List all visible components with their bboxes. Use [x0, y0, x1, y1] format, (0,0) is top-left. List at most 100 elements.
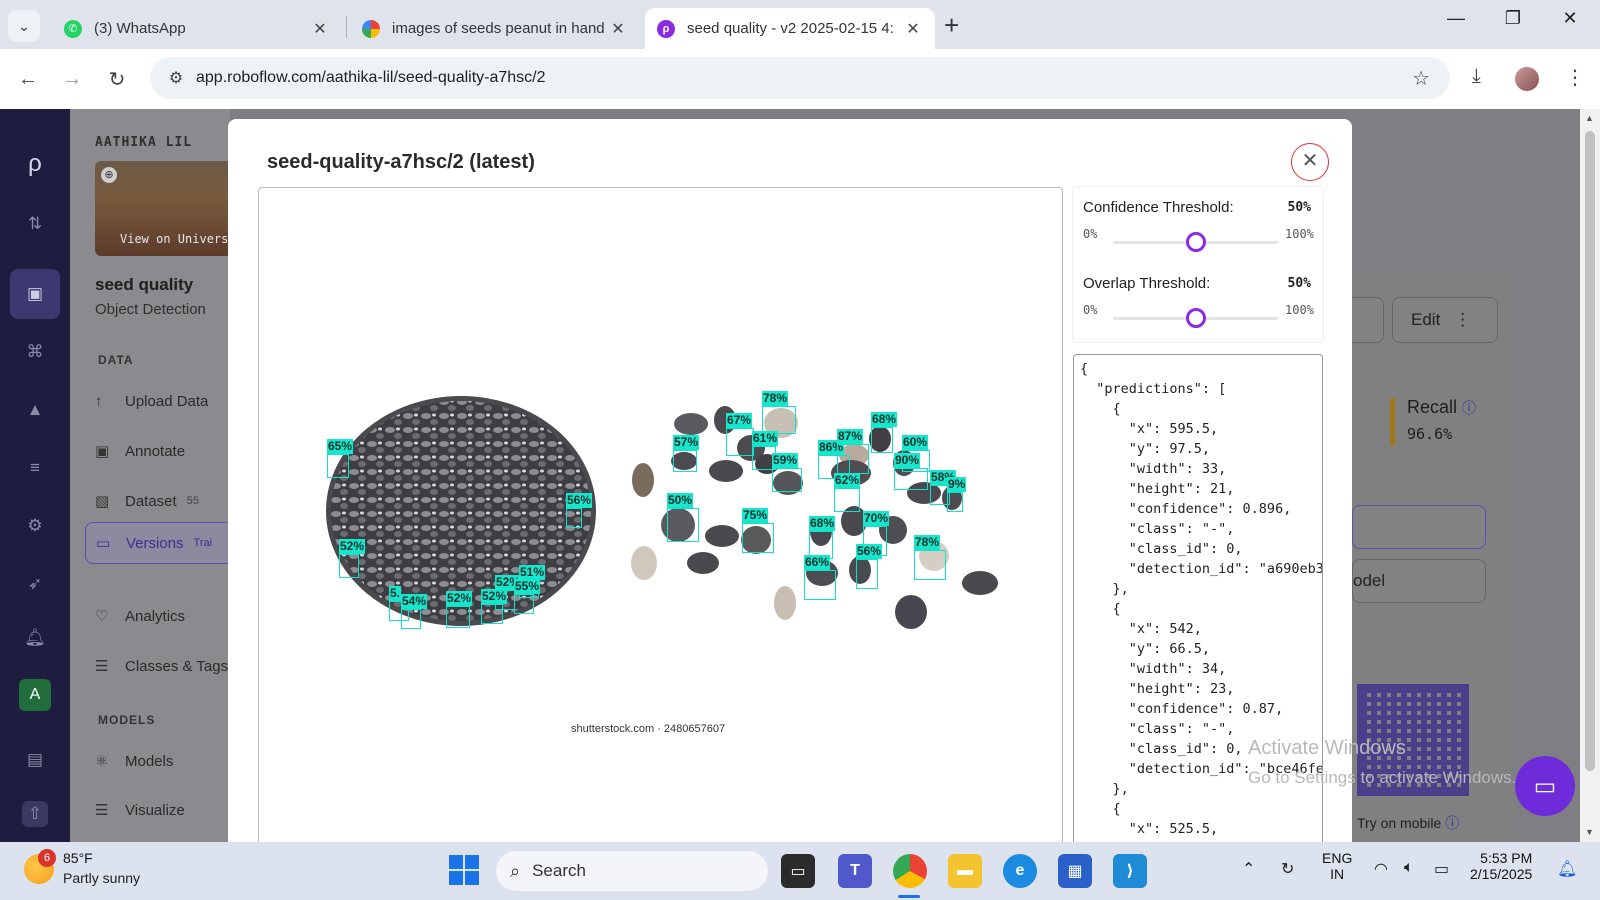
detection-box[interactable]	[914, 550, 946, 580]
chrome-icon[interactable]	[893, 854, 927, 888]
sidebar-item-visualize[interactable]: ☰ Visualize	[95, 792, 185, 828]
overlap-min: 0%	[1083, 303, 1098, 317]
clock[interactable]: 5:53 PM 2/15/2025	[1470, 850, 1532, 882]
scroll-up-icon[interactable]: ▲	[1585, 113, 1594, 123]
site-info-icon[interactable]: ⚙	[156, 68, 196, 88]
chat-support-button[interactable]: ▭	[1515, 756, 1575, 816]
detection-confidence-label: 62%	[834, 473, 861, 488]
project-thumbnail[interactable]: ⊕ View on Universe	[95, 161, 230, 256]
rocket-icon[interactable]: ➶	[22, 571, 48, 597]
overlap-slider-handle[interactable]	[1185, 308, 1206, 328]
detection-box[interactable]	[837, 444, 869, 474]
detection-box[interactable]	[834, 488, 860, 512]
download-icon[interactable]: ⤓	[1472, 65, 1481, 88]
roboflow-logo-icon[interactable]: ρ	[22, 151, 48, 177]
sync-icon[interactable]: ↻	[1281, 859, 1294, 879]
forward-icon[interactable]: →	[56, 63, 88, 95]
tab-whatsapp[interactable]: ✆ (3) WhatsApp ✕	[52, 8, 342, 49]
page-scrollbar[interactable]: ▲ ▼	[1580, 109, 1600, 842]
detection-box[interactable]	[339, 554, 359, 578]
analytics-icon: ♡	[95, 608, 109, 625]
menu-kebab-icon[interactable]: ⋮	[1565, 65, 1585, 90]
back-icon[interactable]: ←	[12, 63, 44, 95]
sidebar-item-dataset[interactable]: ▧ Dataset 55	[95, 483, 199, 519]
url-text[interactable]: app.roboflow.com/aathika-lil/seed-qualit…	[196, 69, 546, 87]
view-universe-link[interactable]: View on Universe	[120, 232, 230, 246]
deployments-icon[interactable]: ≡	[22, 455, 48, 481]
minimize-icon[interactable]: —	[1436, 8, 1476, 29]
weather-condition[interactable]: Partly sunny	[63, 870, 140, 886]
show-hidden-icons[interactable]: ⌃	[1242, 859, 1255, 879]
sort-arrows-icon[interactable]: ⇅	[22, 211, 48, 237]
new-tab-icon[interactable]: +	[944, 10, 959, 41]
detection-box[interactable]	[566, 508, 582, 528]
recall-value: 96.6%	[1407, 425, 1453, 443]
detection-box[interactable]	[772, 468, 802, 492]
detection-box[interactable]	[856, 559, 878, 589]
store-icon[interactable]: ▦	[1058, 854, 1092, 888]
tab-roboflow[interactable]: ρ seed quality - v2 2025-02-15 4: ✕	[645, 8, 935, 49]
close-tab-icon[interactable]: ✕	[903, 19, 923, 39]
windows-start-icon[interactable]	[449, 855, 479, 885]
volume-icon[interactable]: 🔈︎	[1404, 859, 1414, 877]
reload-icon[interactable]: ↻	[101, 63, 133, 95]
detection-box[interactable]	[947, 492, 963, 512]
tab-google[interactable]: images of seeds peanut in hand ✕	[350, 8, 640, 49]
bookmark-star-icon[interactable]: ☆	[1412, 66, 1430, 91]
sidebar-item-classes[interactable]: ☰ Classes & Tags	[95, 648, 228, 684]
sidebar-item-annotate[interactable]: ▣ Annotate	[95, 433, 185, 469]
upload-icon[interactable]: ⇧	[22, 801, 48, 827]
notification-bell-icon[interactable]: 🔔︎	[1557, 859, 1577, 879]
file-explorer-icon[interactable]: ▬	[948, 854, 982, 888]
profile-avatar[interactable]	[1515, 67, 1539, 91]
inference-image-panel[interactable]: 65% 52% 56% 5. 54% 52% 52% 52% 51% 55% 78% 67% 57% 61…	[258, 187, 1063, 842]
edit-button-label: Edit	[1411, 310, 1441, 329]
detection-box[interactable]	[762, 406, 796, 434]
detection-confidence-label: 56%	[566, 493, 593, 508]
close-window-icon[interactable]: ✕	[1550, 8, 1590, 29]
taskbar-search[interactable]: ⌕ Search	[496, 851, 768, 891]
bell-icon[interactable]: 🔔︎	[22, 625, 48, 651]
workflows-icon[interactable]: ⌘	[22, 339, 48, 365]
detection-box[interactable]	[327, 454, 349, 478]
battery-icon[interactable]: ▭	[1434, 859, 1449, 879]
confidence-slider-handle[interactable]	[1185, 232, 1206, 252]
detection-box[interactable]	[804, 570, 836, 600]
settings-gear-icon[interactable]: ⚙	[22, 513, 48, 539]
task-view-icon[interactable]: ▭	[781, 854, 815, 888]
detection-box[interactable]	[726, 428, 754, 456]
language-indicator[interactable]: ENG IN	[1322, 850, 1352, 882]
detection-box[interactable]	[401, 609, 421, 629]
tab-search-button[interactable]: ⌄	[8, 10, 40, 42]
modal-close-button[interactable]: ✕	[1291, 143, 1329, 181]
detection-box[interactable]	[894, 468, 928, 490]
edge-icon[interactable]: e	[1003, 854, 1037, 888]
scrollbar-thumb[interactable]	[1585, 131, 1595, 771]
detection-box[interactable]	[742, 523, 774, 553]
detection-box[interactable]	[514, 594, 534, 614]
close-icon: ✕	[1301, 150, 1319, 172]
detection-box[interactable]	[673, 450, 697, 472]
detection-box[interactable]	[495, 590, 515, 610]
close-tab-icon[interactable]: ✕	[310, 19, 330, 39]
teams-icon[interactable]: T	[838, 854, 872, 888]
scroll-down-icon[interactable]: ▼	[1585, 827, 1594, 837]
monitoring-icon[interactable]: ▲	[22, 397, 48, 423]
projects-icon[interactable]: ▣	[22, 281, 48, 307]
restore-icon[interactable]: ❐	[1493, 8, 1533, 29]
detection-box[interactable]	[667, 508, 699, 542]
close-tab-icon[interactable]: ✕	[608, 19, 628, 39]
user-avatar[interactable]: A	[19, 679, 51, 711]
detection-box[interactable]	[871, 427, 893, 453]
seed	[895, 595, 927, 629]
sidebar-item-models[interactable]: ⚛ Models	[95, 743, 173, 779]
weather-temp[interactable]: 85°F	[63, 850, 93, 866]
address-bar[interactable]: ⚙ app.roboflow.com/aathika-lil/seed-qual…	[150, 57, 1450, 99]
vscode-icon[interactable]: ⟩	[1113, 854, 1147, 888]
sidebar-item-versions[interactable]: ▭ Versions Trai	[85, 522, 230, 564]
docs-icon[interactable]: ▤	[22, 747, 48, 773]
detection-box[interactable]	[446, 606, 470, 628]
sidebar-item-upload[interactable]: ↑ Upload Data	[95, 383, 208, 419]
wifi-icon[interactable]: ◠	[1374, 859, 1388, 879]
sidebar-item-analytics[interactable]: ♡ Analytics	[95, 598, 185, 634]
